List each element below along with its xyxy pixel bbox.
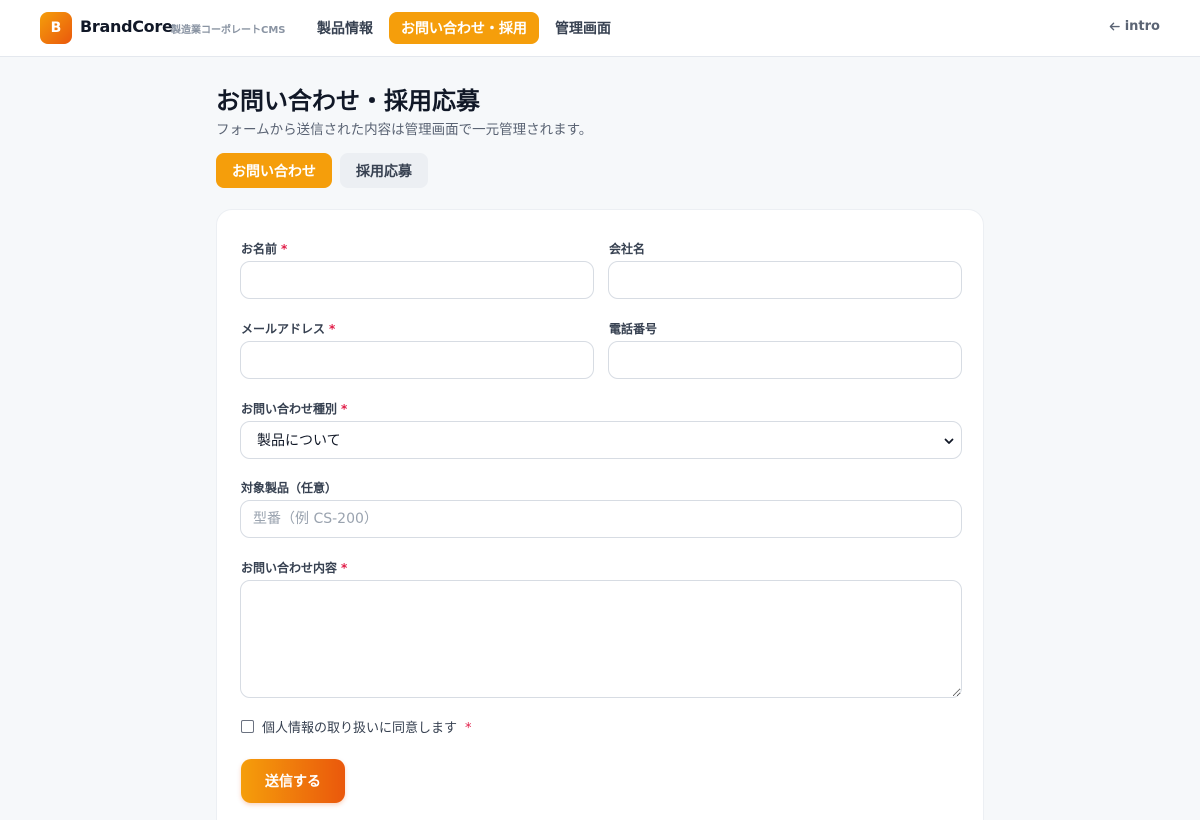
chevron-down-icon: [944, 438, 954, 444]
page-title: お問い合わせ・採用応募: [216, 87, 480, 115]
required-mark: *: [281, 242, 288, 256]
inquiry-type-label: お問い合わせ種別 *: [241, 400, 347, 417]
inquiry-type-select[interactable]: 製品について: [240, 421, 962, 459]
brand-name[interactable]: BrandCore: [80, 17, 173, 36]
consent-label[interactable]: 個人情報の取り扱いに同意します *: [262, 717, 472, 736]
brand-subtitle: 製造業コーポレートCMS: [171, 25, 286, 36]
required-mark: *: [465, 721, 472, 736]
email-label: メールアドレス *: [241, 320, 335, 337]
message-label: お問い合わせ内容 *: [241, 559, 347, 576]
inquiry-type-selected: 製品について: [257, 433, 341, 449]
nav-admin[interactable]: 管理画面: [543, 12, 623, 44]
phone-field[interactable]: [608, 341, 962, 379]
top-navbar: B BrandCore 製造業コーポレートCMS 製品情報 お問い合わせ・採用 …: [0, 0, 1200, 57]
submit-button[interactable]: 送信する: [241, 759, 345, 803]
message-label-text: お問い合わせ内容: [241, 561, 338, 575]
back-link-label: intro: [1124, 19, 1160, 34]
email-field[interactable]: [240, 341, 594, 379]
phone-label: 電話番号: [609, 322, 658, 336]
consent-label-text: 個人情報の取り扱いに同意します: [262, 721, 458, 736]
tab-recruit[interactable]: 採用応募: [340, 153, 428, 188]
name-label-text: お名前: [241, 242, 278, 256]
nav-contact-recruit[interactable]: お問い合わせ・採用: [389, 12, 539, 44]
consent-checkbox[interactable]: [241, 720, 254, 733]
company-field[interactable]: [608, 261, 962, 299]
email-label-text: メールアドレス: [241, 322, 326, 336]
product-label: 対象製品（任意）: [241, 481, 338, 495]
message-textarea[interactable]: [240, 580, 962, 698]
tab-inquiry[interactable]: お問い合わせ: [216, 153, 332, 188]
company-label: 会社名: [609, 242, 646, 256]
page-description: フォームから送信された内容は管理画面で一元管理されます。: [216, 122, 593, 138]
name-field[interactable]: [240, 261, 594, 299]
inquiry-form-card: お名前 * 会社名 メールアドレス * 電話番号 お問い合わせ種別 * 製品について …: [216, 209, 984, 820]
inquiry-type-label-text: お問い合わせ種別: [241, 402, 338, 416]
back-to-intro-link[interactable]: intro: [1109, 19, 1160, 34]
required-mark: *: [329, 322, 336, 336]
nav-products[interactable]: 製品情報: [305, 12, 385, 44]
arrow-left-icon: [1109, 22, 1120, 31]
required-mark: *: [341, 561, 348, 575]
name-label: お名前 *: [241, 240, 287, 257]
required-mark: *: [341, 402, 348, 416]
product-field[interactable]: [240, 500, 962, 538]
brand-logo[interactable]: B: [40, 12, 72, 44]
